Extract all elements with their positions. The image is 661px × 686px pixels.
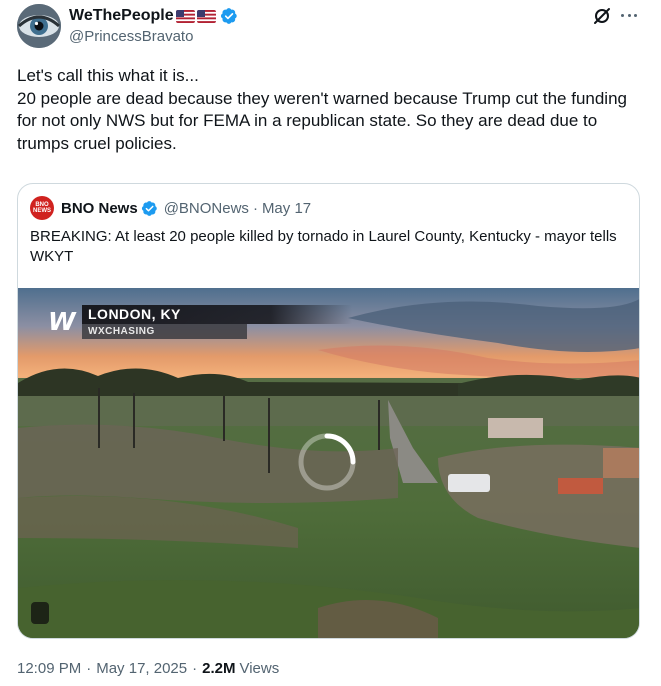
verified-badge-icon[interactable] [220, 7, 238, 25]
quoted-tweet[interactable]: BNO NEWS BNO News @BNONews · May 17 BREA… [17, 183, 640, 639]
author-name-row[interactable]: WeThePeople [69, 5, 238, 27]
video-control-icon[interactable] [31, 602, 49, 624]
post-time[interactable]: 12:09 PM [17, 660, 81, 677]
overlay-source: WXCHASING [82, 324, 247, 339]
avatar-text-bottom: NEWS [33, 208, 51, 214]
loading-spinner-icon [298, 433, 356, 491]
author-handle[interactable]: @PrincessBravato [69, 28, 193, 45]
quoted-tweet-text: BREAKING: At least 20 people killed by t… [30, 228, 617, 265]
us-flag-icon [175, 9, 195, 23]
author-display-name[interactable]: WeThePeople [69, 7, 174, 25]
tweet-meta: 12:09 PM · May 17, 2025 · 2.2M Views [17, 660, 279, 677]
separator-dot: · [192, 660, 198, 677]
wxchasing-logo: W [48, 307, 76, 336]
separator-dot: · [86, 660, 92, 677]
quoted-video[interactable]: W LONDON, KY WXCHASING [18, 288, 639, 638]
quoted-author-avatar[interactable]: BNO NEWS [30, 196, 54, 220]
tweet: WeThePeople @PrincessBravato Let's call … [0, 0, 661, 686]
quoted-author-handle[interactable]: @BNONews [164, 200, 249, 217]
us-flag-icon [196, 9, 216, 23]
author-avatar[interactable] [17, 4, 61, 48]
overlay-location: LONDON, KY [82, 305, 352, 324]
quoted-author-row[interactable]: BNO NEWS BNO News @BNONews · May 17 [30, 196, 311, 220]
views-count[interactable]: 2.2M [202, 660, 235, 677]
post-date[interactable]: May 17, 2025 [96, 660, 187, 677]
tweet-text: Let's call this what it is... 20 people … [17, 66, 627, 153]
views-label[interactable]: Views [239, 660, 279, 677]
separator-dot: · [252, 199, 258, 217]
more-options-icon[interactable] [618, 5, 640, 25]
quoted-author-name[interactable]: BNO News [61, 200, 138, 217]
quoted-date[interactable]: May 17 [262, 200, 311, 217]
grok-icon[interactable] [592, 6, 612, 26]
verified-badge-icon[interactable] [141, 200, 158, 217]
